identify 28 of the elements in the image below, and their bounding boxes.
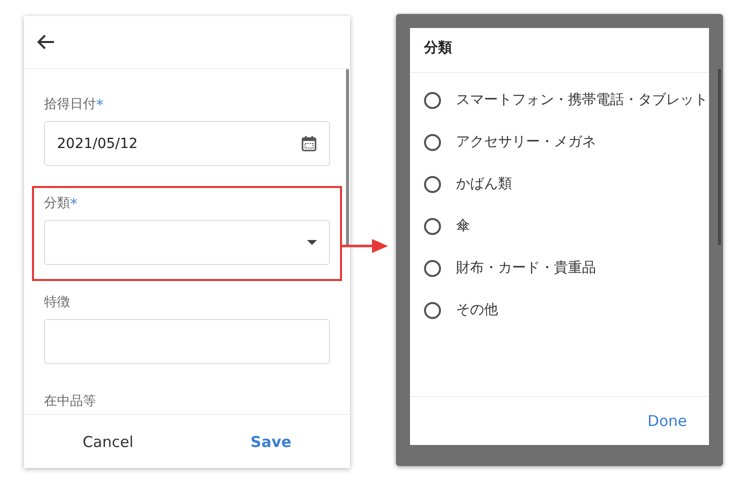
cancel-button[interactable]: Cancel: [74, 428, 142, 454]
radio-button[interactable]: [424, 92, 441, 108]
back-arrow-icon[interactable]: [37, 34, 55, 50]
dialog-title: 分類: [410, 28, 709, 73]
field-label: 拾得日付: [44, 97, 96, 113]
field-label: 分類: [44, 196, 70, 212]
radio-button[interactable]: [424, 218, 441, 234]
radio-button[interactable]: [424, 260, 441, 276]
radio-button[interactable]: [424, 176, 441, 192]
option-label[interactable]: 財布・カード・貴重品: [456, 259, 708, 277]
input-field[interactable]: 2021/05/12: [44, 121, 330, 166]
required-mark: *: [96, 97, 104, 113]
save-button[interactable]: Save: [242, 428, 300, 454]
dropdown-field[interactable]: [44, 220, 330, 265]
required-mark: *: [70, 196, 78, 212]
option-label[interactable]: 傘: [456, 217, 708, 235]
dropdown-caret-icon[interactable]: [307, 240, 317, 245]
option-label[interactable]: スマートフォン・携帯電話・タブレット: [456, 91, 708, 109]
field-label: 在中品等: [44, 394, 96, 410]
radio-button[interactable]: [424, 134, 441, 150]
calendar-icon[interactable]: [301, 135, 317, 152]
input-field[interactable]: [44, 319, 330, 364]
field-label: 特徴: [44, 295, 70, 311]
done-button[interactable]: Done: [642, 411, 693, 431]
radio-button[interactable]: [424, 302, 441, 318]
option-label[interactable]: かばん類: [456, 175, 708, 193]
option-label[interactable]: アクセサリー・メガネ: [456, 133, 708, 151]
option-label[interactable]: その他: [456, 301, 708, 319]
